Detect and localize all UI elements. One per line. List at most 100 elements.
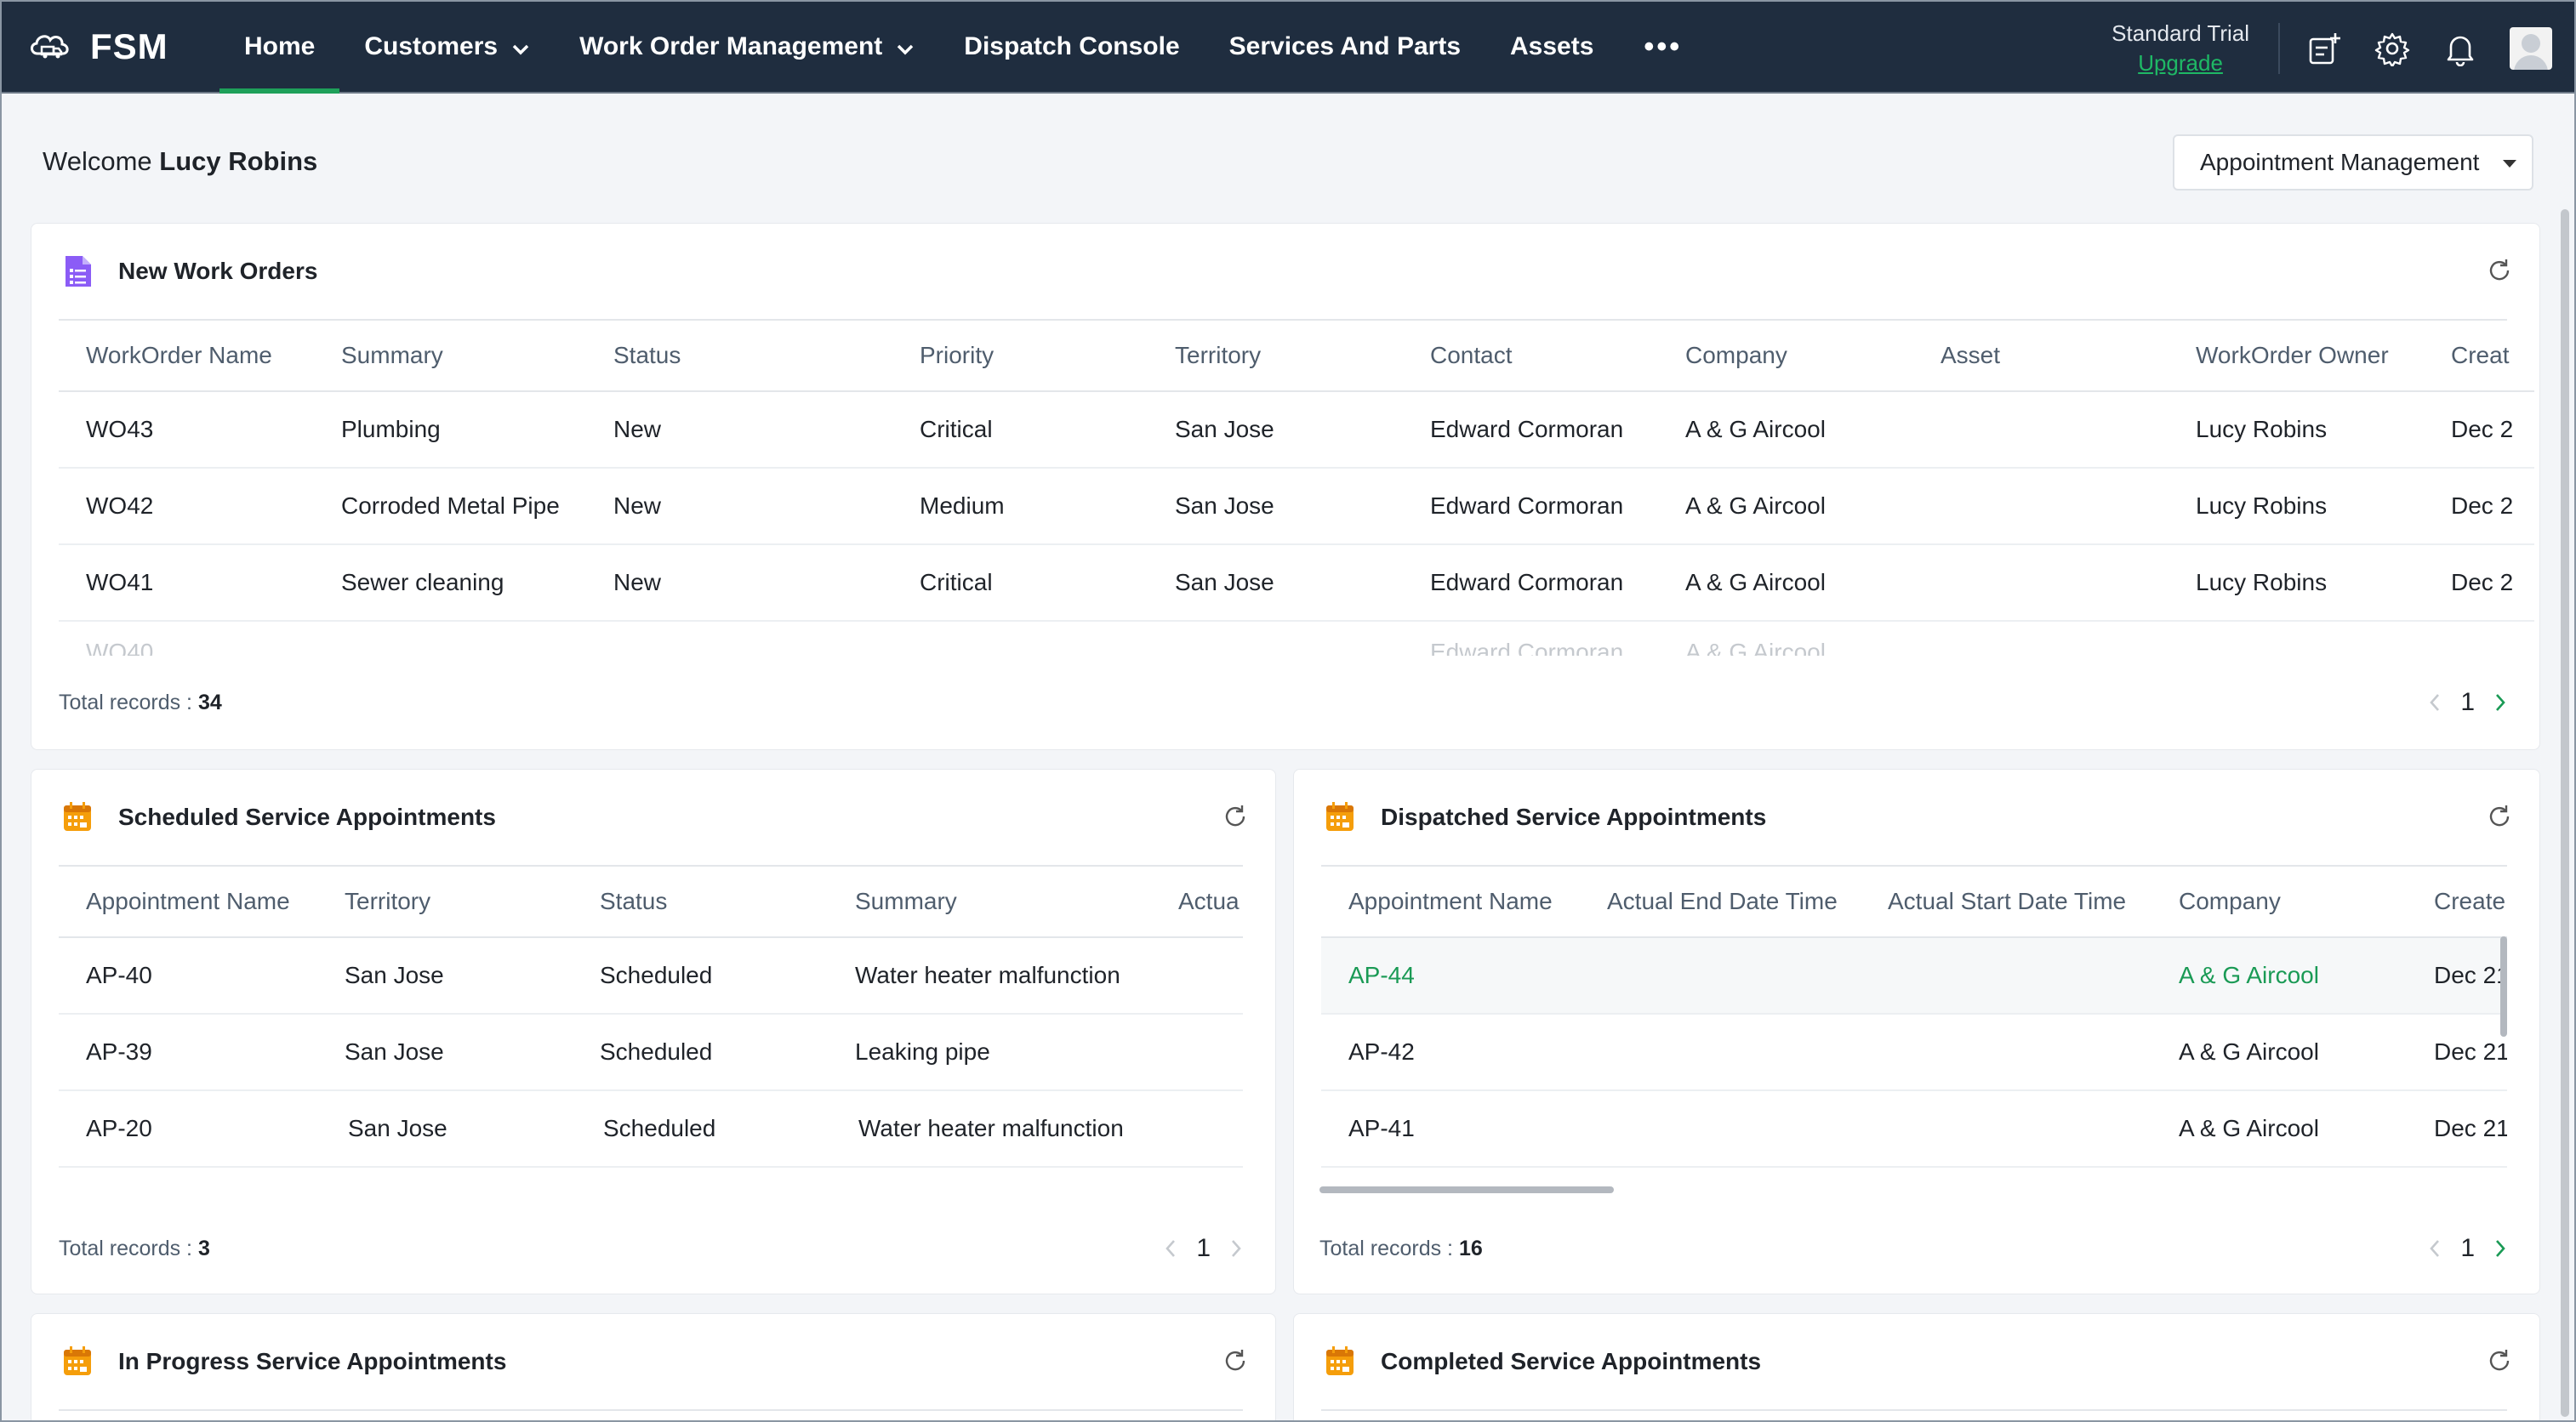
refresh-icon	[2489, 1350, 2510, 1371]
appointment-name[interactable]: AP-20	[86, 1091, 152, 1166]
column-header[interactable]: Priority	[920, 321, 994, 390]
notifications-button[interactable]	[2442, 30, 2479, 67]
nav-home[interactable]: Home	[219, 0, 340, 94]
column-header[interactable]: Status	[613, 321, 681, 390]
nav-more-button[interactable]: •••	[1618, 0, 1707, 94]
user-avatar[interactable]	[2510, 27, 2552, 70]
appointment-name[interactable]: AP-41	[1348, 1091, 1415, 1166]
vertical-scrollbar[interactable]	[2500, 936, 2507, 1037]
company[interactable]: A & G Aircool	[1685, 545, 1826, 620]
refresh-button[interactable]	[2485, 802, 2514, 831]
company[interactable]: A & G Aircool	[1685, 392, 1826, 467]
column-header[interactable]: Summary	[855, 867, 957, 936]
top-right-tools: Standard Trial Upgrade	[2112, 2, 2552, 95]
dispatched-appointments-card: Dispatched Service Appointments Appointm…	[1293, 769, 2540, 1294]
column-header[interactable]: Create	[2434, 867, 2505, 936]
refresh-button[interactable]	[2485, 256, 2514, 285]
column-header[interactable]: Status	[600, 867, 667, 936]
status: New	[613, 569, 662, 595]
appointment-name[interactable]: AP-44	[1348, 938, 1415, 1013]
company[interactable]: A & G Aircool	[2179, 1091, 2319, 1166]
chevron-left-icon[interactable]	[2428, 1238, 2442, 1259]
table-row[interactable]: AP-40 San Jose Scheduled Water heater ma…	[59, 938, 1243, 1015]
workorder-name[interactable]: WO43	[86, 392, 153, 467]
created: Dec 21	[2434, 1115, 2507, 1141]
column-header[interactable]: Actual Start Date Time	[1888, 867, 2126, 936]
company[interactable]: A & G Aircool	[2179, 1015, 2319, 1089]
status: Scheduled	[603, 1115, 716, 1141]
column-header[interactable]: Company	[2179, 867, 2281, 936]
card-title: Scheduled Service Appointments	[118, 804, 496, 830]
chevron-down-icon	[512, 44, 529, 55]
appointment-name[interactable]: AP-42	[1348, 1015, 1415, 1089]
company[interactable]: A & G Aircool	[1685, 469, 1826, 543]
nav-services-and-parts[interactable]: Services And Parts	[1205, 0, 1485, 94]
table-row-selected[interactable]: AP-44 A & G Aircool Dec 21	[1321, 938, 2507, 1015]
workorder-name[interactable]: WO41	[86, 545, 153, 620]
app-brand[interactable]: FSM	[27, 26, 194, 67]
column-header[interactable]: WorkOrder Owner	[2196, 321, 2389, 390]
column-header[interactable]: WorkOrder Name	[86, 321, 272, 390]
quick-create-button[interactable]	[2305, 30, 2343, 67]
pagination: 1	[2428, 1227, 2507, 1270]
appointment-name[interactable]: AP-39	[86, 1015, 152, 1089]
territory: San Jose	[1175, 569, 1274, 595]
nav-work-order-management[interactable]: Work Order Management	[555, 0, 939, 94]
table-row[interactable]: AP-39 San Jose Scheduled Leaking pipe	[59, 1015, 1243, 1091]
horizontal-scrollbar[interactable]	[1319, 1186, 1614, 1193]
chevron-left-icon[interactable]	[2428, 692, 2442, 713]
table-row[interactable]: WO42 Corroded Metal Pipe New Medium San …	[59, 469, 2534, 545]
contact[interactable]: Edward Cormoran	[1430, 469, 1623, 543]
chevron-down-icon	[898, 44, 914, 55]
total-records: Total records : 34	[59, 691, 222, 715]
contact[interactable]: Edward Cormoran	[1430, 545, 1623, 620]
contact[interactable]: Edward Cormoran	[1430, 392, 1623, 467]
company[interactable]: A & G Aircool	[2179, 938, 2319, 1013]
column-header[interactable]: Territory	[345, 867, 430, 936]
column-header[interactable]: Actua	[1178, 867, 1240, 936]
refresh-button[interactable]	[1221, 802, 1250, 831]
dashboard-selector[interactable]: Appointment Management	[2173, 134, 2533, 191]
table-row[interactable]: WO41 Sewer cleaning New Critical San Jos…	[59, 545, 2534, 622]
nav-customers[interactable]: Customers	[339, 0, 555, 94]
chevron-left-icon[interactable]	[1164, 1238, 1177, 1259]
table-row[interactable]: AP-41 A & G Aircool Dec 21	[1321, 1091, 2507, 1168]
table-row[interactable]: AP-42 A & G Aircool Dec 21	[1321, 1015, 2507, 1091]
divider	[59, 1409, 1243, 1411]
refresh-button[interactable]	[2485, 1346, 2514, 1375]
settings-button[interactable]	[2374, 30, 2411, 67]
territory: San Jose	[1175, 492, 1274, 519]
column-header[interactable]: Territory	[1175, 321, 1261, 390]
column-header[interactable]: Appointment Name	[1348, 867, 1553, 936]
card-title: In Progress Service Appointments	[118, 1348, 507, 1374]
chevron-right-icon[interactable]	[2493, 1238, 2507, 1259]
refresh-button[interactable]	[1221, 1346, 1250, 1375]
total-label: Total records :	[59, 690, 193, 714]
chevron-right-icon[interactable]	[2493, 692, 2507, 713]
page-scrollbar[interactable]	[2561, 209, 2569, 1417]
chevron-right-icon[interactable]	[1229, 1238, 1243, 1259]
column-header[interactable]: Contact	[1430, 321, 1513, 390]
table-row[interactable]: AP-20 San Jose Scheduled Water heater ma…	[59, 1091, 1243, 1168]
plan-name: Standard Trial	[2112, 20, 2249, 46]
appointment-name[interactable]: AP-40	[86, 938, 152, 1013]
refresh-icon	[2489, 259, 2510, 281]
calendar-icon	[1326, 802, 1354, 831]
nav-dispatch-console[interactable]: Dispatch Console	[939, 0, 1204, 94]
card-footer: Total records : 3 1	[59, 1227, 1243, 1270]
owner: Lucy Robins	[2196, 569, 2328, 595]
territory: San Jose	[348, 1115, 447, 1141]
table-row[interactable]: WO43 Plumbing New Critical San Jose Edwa…	[59, 392, 2534, 469]
column-header[interactable]: Asset	[1941, 321, 2000, 390]
column-header[interactable]: Actual End Date Time	[1607, 867, 1838, 936]
column-header[interactable]: Summary	[341, 321, 443, 390]
calendar-icon	[1326, 1346, 1354, 1375]
column-header[interactable]: Appointment Name	[86, 867, 290, 936]
nav-assets[interactable]: Assets	[1485, 0, 1618, 94]
workorder-name[interactable]: WO42	[86, 469, 153, 543]
column-header[interactable]: Company	[1685, 321, 1787, 390]
welcome-message: Welcome Lucy Robins	[43, 146, 317, 177]
total-count: 34	[197, 690, 222, 714]
column-header[interactable]: Creat	[2451, 321, 2509, 390]
upgrade-link[interactable]: Upgrade	[2112, 50, 2249, 77]
